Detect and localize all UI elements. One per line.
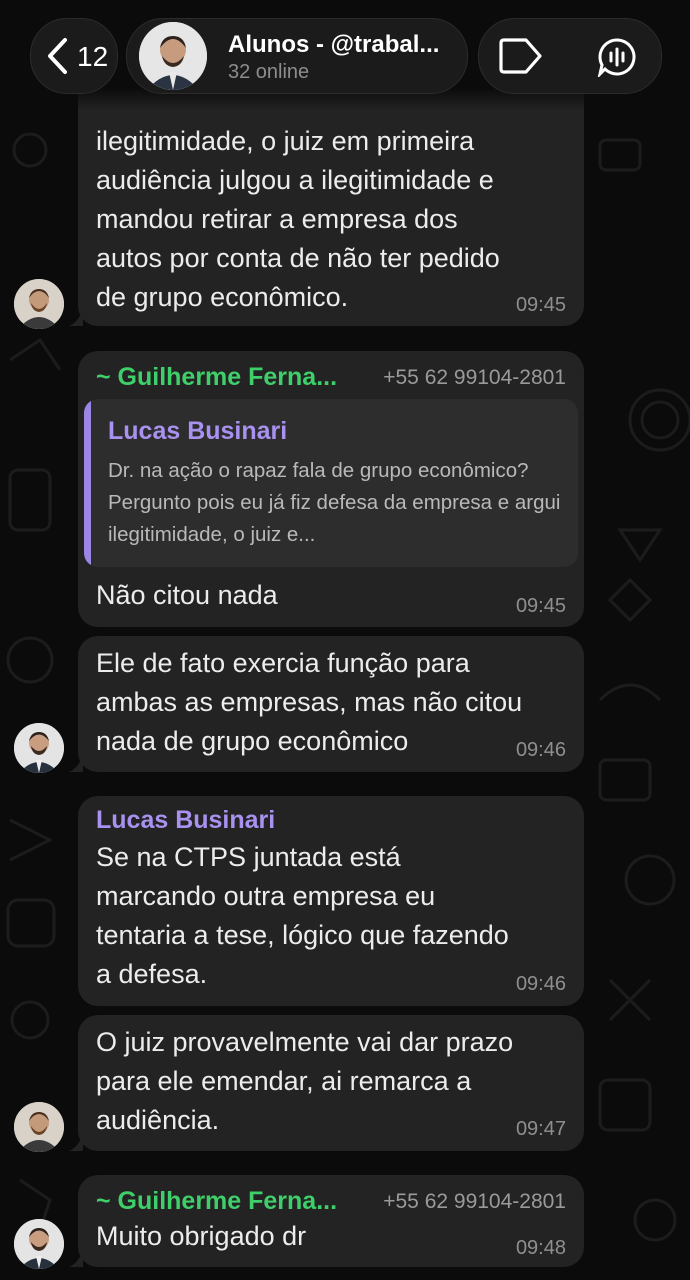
message-time: 09:48 — [515, 1237, 566, 1259]
message-time: 09:45 — [515, 294, 566, 316]
message-line: a defesa. — [96, 959, 208, 989]
message-line: ambas as empresas, mas não citou — [96, 687, 523, 717]
message-time: 09:46 — [515, 973, 566, 995]
message-time: 09:47 — [515, 1118, 566, 1140]
message-bubble[interactable]: Ele de fato exercia função para ambas as… — [69, 636, 584, 772]
quote-sender: Lucas Businari — [108, 417, 288, 445]
message-line: mandou retirar a empresa dos — [96, 204, 458, 234]
message-line: marcando outra empresa eu — [96, 881, 436, 911]
message-bubble[interactable]: ~ Guilherme Ferna... +55 62 99104-2801 L… — [78, 351, 584, 627]
sender-name[interactable]: Lucas Businari — [96, 806, 275, 835]
unread-count: 12 — [77, 41, 109, 72]
chat-title-area[interactable]: Alunos - @trabal... 32 online — [126, 18, 468, 94]
voice-chat-icon[interactable] — [597, 37, 637, 77]
message-line: para ele emendar, ai remarca a — [96, 1066, 472, 1096]
message-text: Se na CTPS juntada está marcando outra e… — [96, 838, 509, 994]
avatar[interactable] — [14, 1219, 64, 1269]
message-text: Não citou nada — [96, 580, 278, 610]
back-button[interactable]: 12 — [30, 18, 118, 94]
reply-quote[interactable]: Lucas Businari Dr. na ação o rapaz fala … — [84, 399, 578, 567]
online-count: 32 online — [228, 61, 310, 83]
message-line: ilegitimidade, o juiz em primeira — [96, 126, 475, 156]
message-line: autos por conta de não ter pedido — [96, 243, 500, 273]
message-text: Muito obrigado dr — [96, 1221, 307, 1251]
message-bubble[interactable]: O juiz provavelmente vai dar prazo para … — [69, 1015, 584, 1151]
avatar[interactable] — [14, 723, 64, 773]
chat-title: Alunos - @trabal... — [228, 31, 440, 58]
sender-name[interactable]: ~ Guilherme Ferna... — [96, 363, 337, 392]
avatar[interactable] — [14, 1102, 64, 1152]
message-time: 09:46 — [515, 739, 566, 761]
message-bubble[interactable]: Lucas Businari Se na CTPS juntada está m… — [78, 796, 584, 1006]
header-actions — [478, 18, 662, 94]
message-line: audiência julgou a ilegitimidade e — [96, 165, 494, 195]
message-text: Ele de fato exercia função para ambas as… — [96, 644, 522, 761]
avatar-image — [14, 1102, 64, 1152]
tag-icon[interactable] — [497, 37, 543, 75]
bubble-tail — [69, 1249, 83, 1267]
group-avatar — [139, 22, 207, 90]
avatar[interactable] — [14, 279, 64, 329]
message-line: de grupo econômico. — [96, 282, 349, 312]
message-text: O juiz provavelmente vai dar prazo para … — [96, 1023, 513, 1140]
message-line: nada de grupo econômico — [96, 726, 409, 756]
message-line: O juiz provavelmente vai dar prazo — [96, 1027, 514, 1057]
message-time: 09:45 — [515, 595, 566, 617]
quote-bar — [84, 399, 91, 567]
message-line: audiência. — [96, 1105, 220, 1135]
sender-name[interactable]: ~ Guilherme Ferna... — [96, 1187, 337, 1216]
sender-phone: +55 62 99104-2801 — [383, 1190, 566, 1213]
group-avatar-image — [139, 22, 207, 90]
message-line: Se na CTPS juntada está — [96, 842, 401, 872]
sender-phone: +55 62 99104-2801 — [383, 366, 566, 389]
avatar-image — [14, 1219, 64, 1269]
bubble-tail — [69, 308, 83, 326]
avatar-image — [14, 723, 64, 773]
message-text: ilegitimidade, o juiz em primeira audiên… — [96, 122, 500, 317]
avatar-image — [14, 279, 64, 329]
chevron-left-icon — [48, 38, 67, 74]
bubble-tail — [69, 1133, 83, 1151]
message-bubble[interactable]: ~ Guilherme Ferna... +55 62 99104-2801 M… — [69, 1175, 584, 1267]
message-line: Ele de fato exercia função para — [96, 648, 470, 678]
bubble-tail — [69, 754, 83, 772]
message-line: tentaria a tese, lógico que fazendo — [96, 920, 509, 950]
quote-text: Dr. na ação o rapaz fala de grupo econôm… — [108, 459, 561, 546]
chat-header: 12 Alunos - @trabal... 32 online — [0, 0, 690, 110]
